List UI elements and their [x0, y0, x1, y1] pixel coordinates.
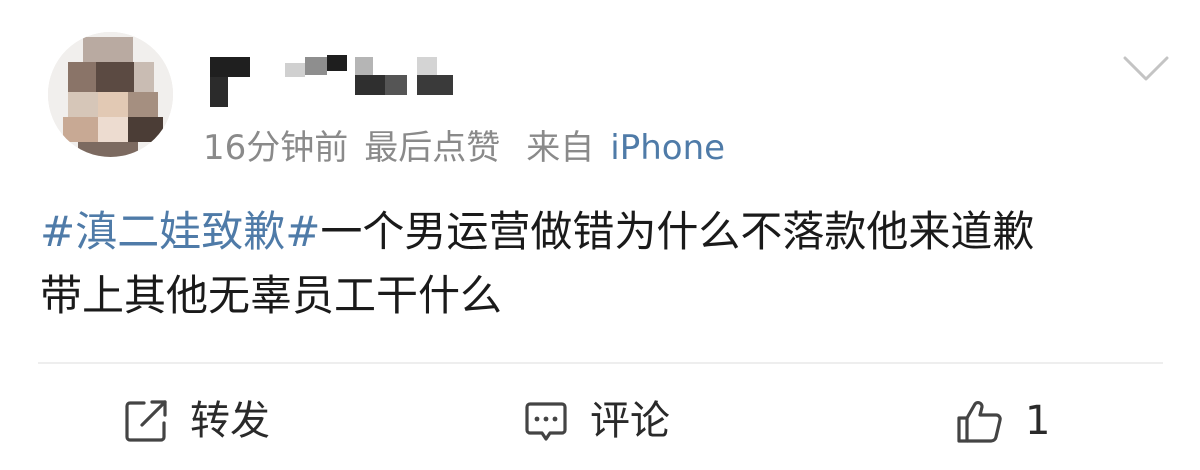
avatar[interactable]	[48, 32, 173, 157]
like-button[interactable]: 1	[955, 390, 1050, 452]
chevron-down-icon[interactable]	[1123, 55, 1169, 83]
thumbs-up-icon	[955, 396, 1005, 446]
name-pixel	[305, 57, 327, 75]
name-pixel	[355, 57, 373, 75]
avatar-pixel	[98, 92, 128, 117]
topic-link[interactable]: #滇二娃致歉#	[40, 207, 320, 256]
source-prefix: 来自	[526, 128, 595, 168]
avatar-pixel	[96, 62, 134, 92]
share-icon	[122, 397, 170, 445]
post-text-line1: 一个男运营做错为什么不落款他来道歉	[320, 207, 1035, 256]
avatar-pixel	[78, 142, 138, 157]
avatar-pixel	[83, 37, 133, 65]
avatar-pixel	[68, 92, 98, 117]
source-device-link[interactable]: iPhone	[610, 124, 725, 172]
name-pixel	[285, 63, 305, 77]
name-pixel	[355, 75, 385, 95]
name-pixel	[417, 75, 453, 95]
username-obscured[interactable]	[205, 55, 465, 113]
forward-label: 转发	[190, 398, 270, 444]
forward-button[interactable]: 转发	[122, 390, 270, 452]
avatar-pixel	[98, 117, 128, 142]
post-text-line2: 带上其他无辜员工干什么	[40, 271, 503, 320]
comment-icon	[522, 397, 570, 445]
post-activity: 最后点赞	[364, 128, 501, 168]
name-pixel	[385, 75, 407, 95]
post-time: 16分钟前	[203, 128, 349, 168]
name-pixel	[417, 57, 437, 75]
avatar-pixel	[68, 62, 96, 92]
weibo-post-card: 16分钟前 最后点赞 来自 iPhone #滇二娃致歉#一个男运营做错为什么不落款他来…	[0, 0, 1200, 470]
comment-button[interactable]: 评论	[522, 390, 670, 452]
name-pixel	[210, 77, 228, 107]
name-pixel	[210, 57, 250, 77]
divider	[38, 362, 1163, 364]
comment-label: 评论	[590, 398, 670, 444]
avatar-pixel	[134, 62, 154, 92]
name-pixel	[327, 55, 347, 71]
like-count: 1	[1025, 398, 1051, 444]
post-body: #滇二娃致歉#一个男运营做错为什么不落款他来道歉 带上其他无辜员工干什么	[40, 200, 1160, 328]
avatar-pixel	[63, 117, 98, 142]
avatar-pixel	[128, 117, 163, 142]
post-meta: 16分钟前 最后点赞 来自 iPhone	[203, 124, 725, 172]
avatar-pixel	[128, 92, 158, 117]
